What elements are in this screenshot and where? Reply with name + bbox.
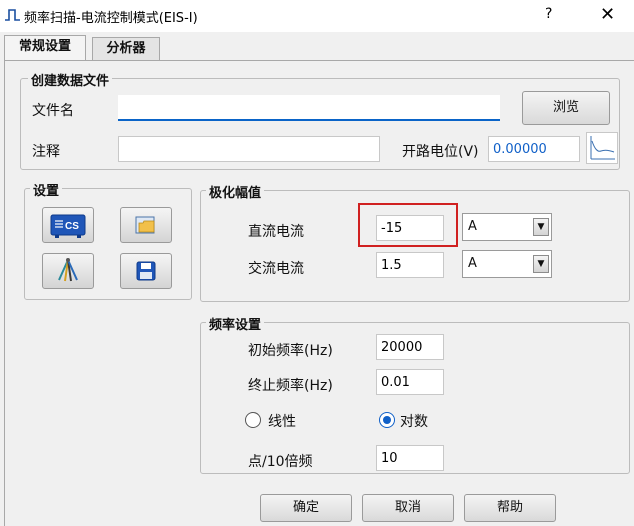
ocp-curve-icon <box>590 136 615 160</box>
filename-input[interactable] <box>118 95 500 121</box>
end-frequency-input[interactable] <box>376 369 444 395</box>
electrode-leads-icon <box>58 258 78 282</box>
cancel-button[interactable]: 取消 <box>362 494 454 522</box>
cs-device-icon: CS <box>50 214 86 238</box>
tab-general-settings[interactable]: 常规设置 <box>4 35 86 61</box>
points-per-decade-label: 点/10倍频 <box>248 454 313 470</box>
filename-label: 文件名 <box>32 103 74 119</box>
help-button[interactable]: ? <box>545 6 552 22</box>
points-per-decade-input[interactable] <box>376 445 444 471</box>
ocp-value-field[interactable] <box>488 136 580 162</box>
save-disk-icon <box>136 261 156 281</box>
linear-label: 线性 <box>268 414 296 430</box>
dc-current-unit-select[interactable]: A ▼ <box>462 213 552 241</box>
tab-analyzer[interactable]: 分析器 <box>92 37 160 61</box>
svg-text:CS: CS <box>65 221 79 232</box>
open-file-button[interactable] <box>120 207 172 243</box>
dc-current-unit-value: A <box>468 219 477 234</box>
create-file-legend: 创建数据文件 <box>28 70 113 89</box>
pulse-wave-icon <box>5 9 20 21</box>
start-frequency-label: 初始频率(Hz) <box>248 343 333 359</box>
electrode-button[interactable] <box>42 253 94 289</box>
log-radio[interactable] <box>379 412 395 428</box>
linear-radio[interactable] <box>245 412 261 428</box>
ocp-plot-button[interactable] <box>586 132 618 164</box>
ac-current-label: 交流电流 <box>248 261 304 277</box>
settings-legend: 设置 <box>30 180 63 199</box>
window-title: 频率扫描-电流控制模式(EIS-I) <box>24 11 198 26</box>
chevron-down-icon[interactable]: ▼ <box>533 218 549 236</box>
help-footer-button[interactable]: 帮助 <box>464 494 556 522</box>
ok-button[interactable]: 确定 <box>260 494 352 522</box>
open-folder-icon <box>135 216 155 234</box>
note-label: 注释 <box>32 144 60 160</box>
dc-current-input[interactable] <box>376 215 444 241</box>
ocp-label: 开路电位(V) <box>402 144 479 160</box>
dc-current-label: 直流电流 <box>248 224 304 240</box>
ac-current-unit-select[interactable]: A ▼ <box>462 250 552 278</box>
start-frequency-input[interactable] <box>376 334 444 360</box>
save-button[interactable] <box>120 253 172 289</box>
note-input[interactable] <box>118 136 380 162</box>
end-frequency-label: 终止频率(Hz) <box>248 378 333 394</box>
chevron-down-icon[interactable]: ▼ <box>533 255 549 273</box>
ac-current-unit-value: A <box>468 256 477 271</box>
close-button[interactable]: ✕ <box>600 4 615 25</box>
ac-current-input[interactable] <box>376 252 444 278</box>
polarization-legend: 极化幅值 <box>206 182 265 201</box>
cs-device-button[interactable]: CS <box>42 207 94 243</box>
log-label: 对数 <box>400 414 428 430</box>
browse-button[interactable]: 浏览 <box>522 91 610 125</box>
frequency-legend: 频率设置 <box>206 314 265 333</box>
